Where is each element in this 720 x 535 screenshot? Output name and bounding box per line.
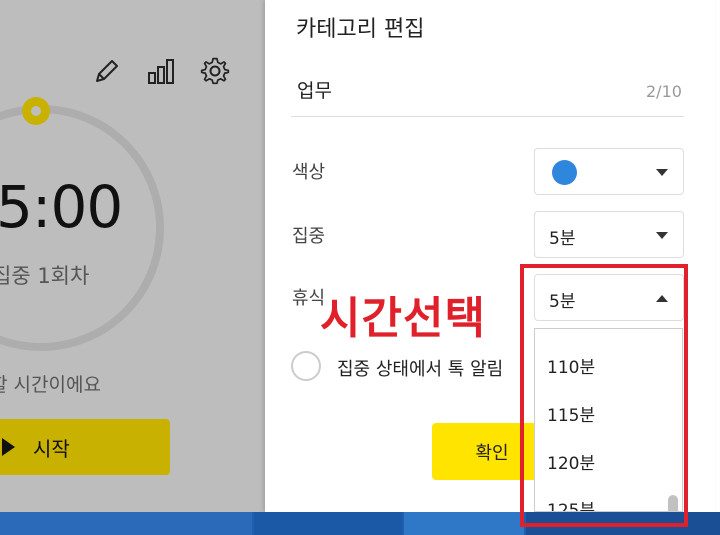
annotation-label: 시간선택: [320, 293, 486, 344]
annotation-highlight-box: [520, 264, 688, 527]
pencil-icon[interactable]: [92, 56, 122, 86]
timer-time: 5:00: [0, 173, 123, 241]
timer-background: 5:00 집중 1회차 할 시간이에요 시작: [0, 0, 265, 512]
gear-icon[interactable]: [200, 56, 230, 86]
timer-session-label: 집중 1회차: [0, 264, 90, 288]
bar-chart-icon[interactable]: [146, 56, 176, 86]
color-label: 색상: [292, 162, 326, 183]
timer-progress-knob: [22, 97, 50, 125]
focus-select[interactable]: 5분: [534, 211, 684, 258]
start-button-label: 시작: [33, 436, 70, 461]
taskbar-segment: [0, 512, 252, 535]
chevron-down-icon: [656, 169, 668, 176]
notify-label: 집중 상태에서 톡 알림: [337, 359, 504, 380]
notify-checkbox[interactable]: [291, 351, 321, 381]
chevron-down-icon: [656, 232, 668, 239]
focus-select-value: 5분: [549, 229, 576, 249]
taskbar-segment: [404, 512, 524, 535]
dialog-title: 카테고리 편집: [296, 17, 425, 42]
category-name-input[interactable]: 업무: [297, 76, 332, 103]
focus-label: 집중: [292, 226, 326, 247]
color-select[interactable]: [534, 148, 684, 195]
start-button[interactable]: 시작: [0, 419, 170, 475]
taskbar-segment: [254, 512, 402, 535]
category-char-count: 2/10: [646, 82, 682, 101]
timer-message: 할 시간이에요: [0, 374, 101, 396]
play-icon: [2, 438, 15, 456]
color-swatch: [552, 160, 577, 185]
confirm-button-label: 확인: [475, 442, 509, 464]
category-input-underline: [291, 116, 684, 117]
